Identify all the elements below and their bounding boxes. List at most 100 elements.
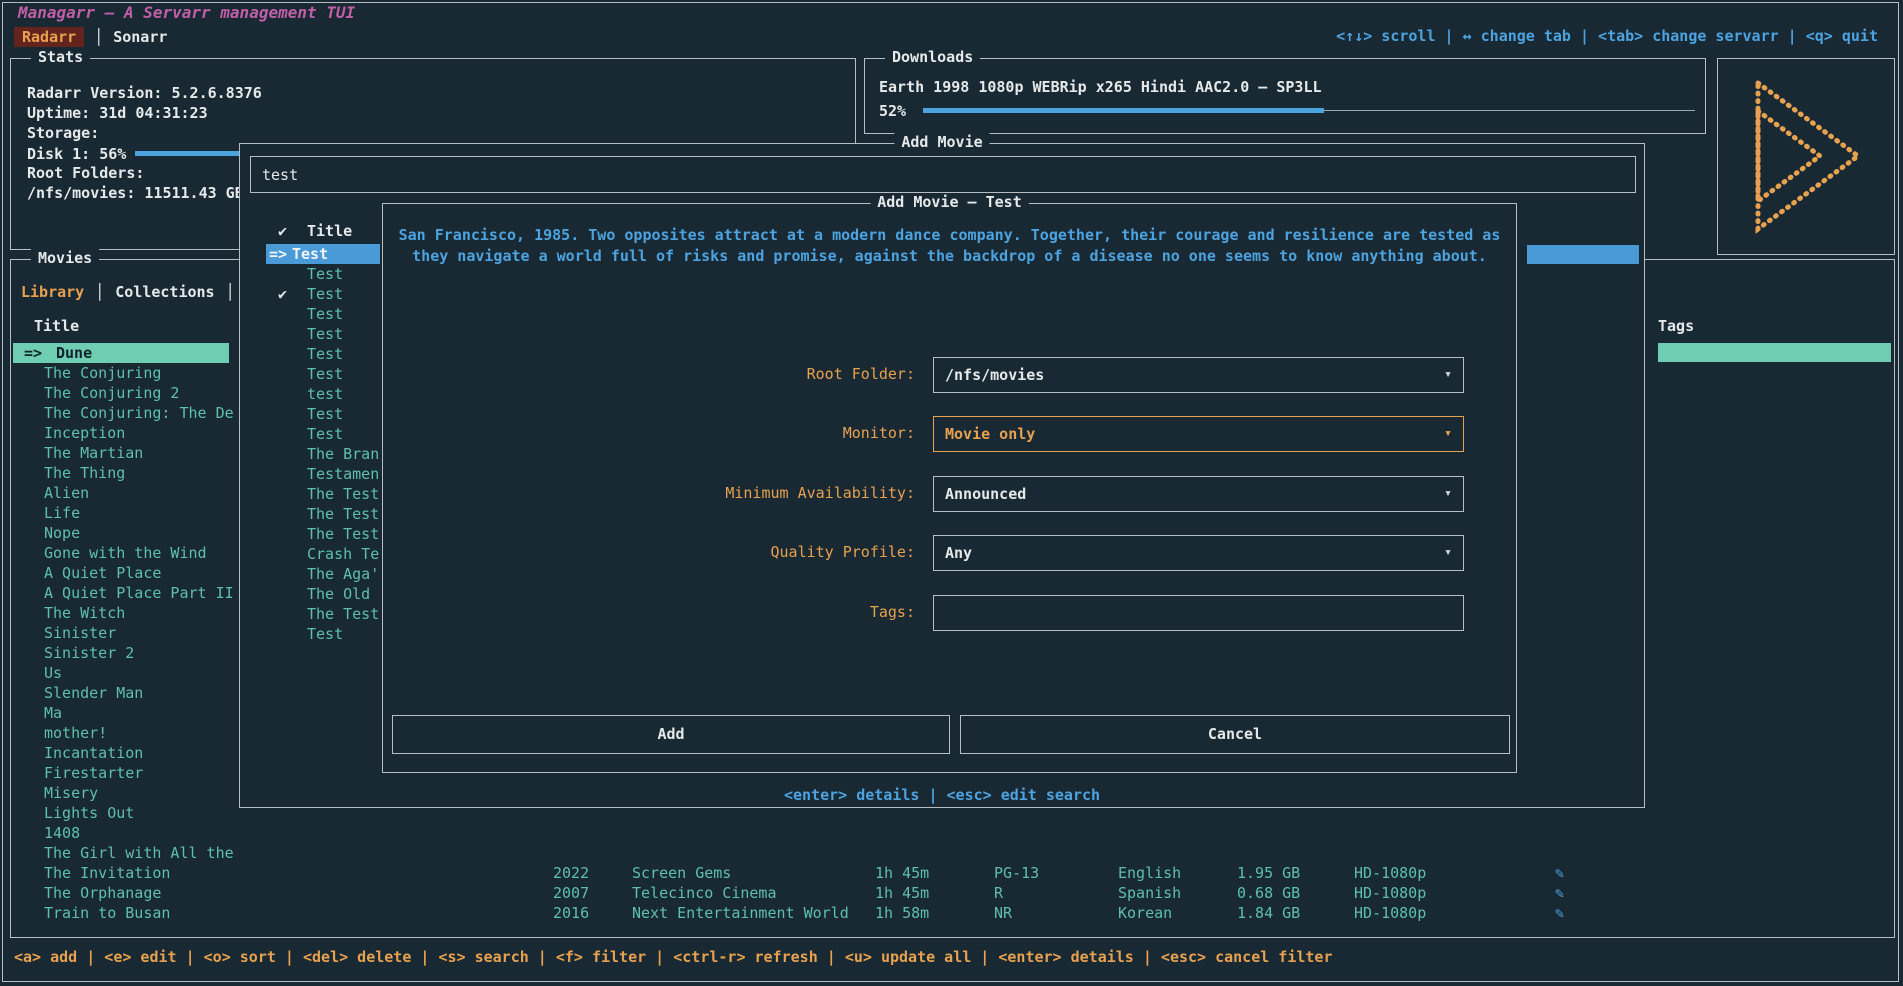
form-field-row: Minimum Availability: Announced ▾ — [383, 476, 1516, 512]
download-progress-bar — [923, 108, 1695, 113]
selected-result-row-fragment — [1527, 245, 1639, 264]
stat-version: Radarr Version: 5.2.6.8376 — [27, 83, 262, 103]
field-dropdown[interactable]: Any ▾ — [933, 535, 1464, 571]
download-item-name: Earth 1998 1080p WEBRip x265 Hindi AAC2.… — [879, 77, 1322, 97]
tab-radarr[interactable]: Radarr — [14, 27, 84, 47]
result-title: The Old — [307, 585, 370, 603]
tab-separator: │ — [94, 28, 103, 46]
search-result-item[interactable]: The Old — [266, 584, 380, 604]
search-result-item[interactable]: Test — [266, 624, 380, 644]
logo-panel — [1717, 58, 1895, 255]
movie-language: Spanish — [1118, 883, 1181, 903]
movie-year: 2007 — [553, 883, 589, 903]
result-title: Test — [307, 365, 343, 383]
result-title: Test — [307, 285, 343, 303]
search-result-item[interactable]: Test — [266, 304, 380, 324]
movie-quality-profile: HD-1080p — [1354, 883, 1426, 903]
result-title: The Test — [307, 605, 379, 623]
search-result-item[interactable]: Test — [266, 344, 380, 364]
dropdown-arrow-icon: ▾ — [1444, 536, 1452, 570]
progress-fill — [135, 151, 254, 156]
movie-detail-row[interactable]: 2022 Screen Gems 1h 45m PG-13 English 1.… — [11, 863, 1894, 883]
search-result-item[interactable]: The Aga' — [266, 564, 380, 584]
field-value: /nfs/movies — [945, 358, 1044, 392]
field-dropdown[interactable] — [933, 595, 1464, 631]
search-result-item[interactable]: The Bran — [266, 444, 380, 464]
results-title-header: Title — [307, 222, 352, 240]
result-title: The Test — [307, 485, 379, 503]
search-result-item[interactable]: Crash Te — [266, 544, 380, 564]
search-result-item[interactable]: Test — [266, 404, 380, 424]
stats-panel-title: Stats — [31, 48, 90, 66]
result-title: The Aga' — [307, 565, 379, 583]
form-field-row: Root Folder: /nfs/movies ▾ — [383, 357, 1516, 393]
result-title: test — [307, 385, 343, 403]
edit-icon[interactable]: ✎ — [1555, 863, 1564, 883]
stat-rootfolders-label: Root Folders: — [27, 163, 144, 183]
field-dropdown[interactable]: /nfs/movies ▾ — [933, 357, 1464, 393]
search-result-item[interactable]: The Test — [266, 484, 380, 504]
add-movie-hints: <enter> details | <esc> edit search — [240, 786, 1644, 804]
tab-sonarr[interactable]: Sonarr — [113, 28, 167, 46]
search-result-item[interactable]: ✔ Test — [266, 284, 380, 304]
movie-studio: Screen Gems — [632, 863, 731, 883]
dropdown-arrow-icon: ▾ — [1444, 358, 1452, 392]
add-movie-search-input[interactable] — [251, 157, 1635, 192]
cancel-button[interactable]: Cancel — [960, 715, 1510, 754]
field-label: Quality Profile: — [771, 543, 916, 561]
result-title: Test — [307, 265, 343, 283]
search-result-item[interactable]: => Test — [266, 244, 380, 264]
search-result-item[interactable]: Test — [266, 364, 380, 384]
movie-year: 2022 — [553, 863, 589, 883]
add-movie-search-box — [250, 156, 1636, 193]
download-percent: 52% — [879, 101, 906, 121]
selection-prefix-icon: => — [269, 244, 287, 264]
search-result-item[interactable]: Testamen — [266, 464, 380, 484]
edit-icon[interactable]: ✎ — [1555, 903, 1564, 923]
search-result-item[interactable]: test — [266, 384, 380, 404]
add-movie-popup: Add Movie — Test San Francisco, 1985. Tw… — [382, 203, 1517, 773]
movie-language: English — [1118, 863, 1181, 883]
field-value: Any — [945, 536, 972, 570]
servarr-tabs: Radarr │ Sonarr — [14, 25, 167, 49]
search-result-item[interactable]: The Test — [266, 604, 380, 624]
result-title: The Bran — [307, 445, 379, 463]
movie-certification: PG-13 — [994, 863, 1039, 883]
movie-runtime: 1h 45m — [875, 883, 929, 903]
movie-quality-profile: HD-1080p — [1354, 863, 1426, 883]
field-label: Tags: — [870, 603, 915, 621]
managarr-logo-icon — [1748, 77, 1868, 235]
movie-language: Korean — [1118, 903, 1172, 923]
search-result-item[interactable]: Test — [266, 324, 380, 344]
stat-rootfolder-size: /nfs/movies: 11511.43 GB — [27, 183, 244, 203]
form-field-row: Monitor: Movie only ▾ — [383, 416, 1516, 452]
movie-detail-row[interactable]: 2016 Next Entertainment World 1h 58m NR … — [11, 903, 1894, 923]
field-dropdown[interactable]: Movie only ▾ — [933, 416, 1464, 452]
field-dropdown[interactable]: Announced ▾ — [933, 476, 1464, 512]
search-result-item[interactable]: The Test — [266, 524, 380, 544]
search-result-item[interactable]: The Test — [266, 504, 380, 524]
edit-icon[interactable]: ✎ — [1555, 883, 1564, 903]
movie-detail-row[interactable]: 2007 Telecinco Cinema 1h 45m R Spanish 0… — [11, 883, 1894, 903]
add-movie-panel-title: Add Movie — [894, 133, 989, 151]
result-title: Test — [292, 245, 328, 263]
bottom-keybind-hints: <a> add | <e> edit | <o> sort | <del> de… — [14, 948, 1333, 966]
search-result-item[interactable]: Test — [266, 264, 380, 284]
app-title: Managarr — A Servarr management TUI — [14, 3, 359, 22]
field-value: Movie only — [945, 417, 1035, 451]
dropdown-arrow-icon: ▾ — [1444, 417, 1452, 451]
add-button[interactable]: Add — [392, 715, 950, 754]
movie-size: 1.84 GB — [1237, 903, 1300, 923]
movie-runtime: 1h 58m — [875, 903, 929, 923]
search-result-item[interactable]: Test — [266, 424, 380, 444]
result-title: The Test — [307, 525, 379, 543]
result-title: Test — [307, 625, 343, 643]
field-label: Minimum Availability: — [725, 484, 915, 502]
result-title: Testamen — [307, 465, 379, 483]
field-label: Root Folder: — [807, 365, 915, 383]
result-title: Crash Te — [307, 545, 379, 563]
form-field-row: Quality Profile: Any ▾ — [383, 535, 1516, 571]
dropdown-arrow-icon: ▾ — [1444, 477, 1452, 511]
result-title: Test — [307, 305, 343, 323]
movie-quality-profile: HD-1080p — [1354, 903, 1426, 923]
